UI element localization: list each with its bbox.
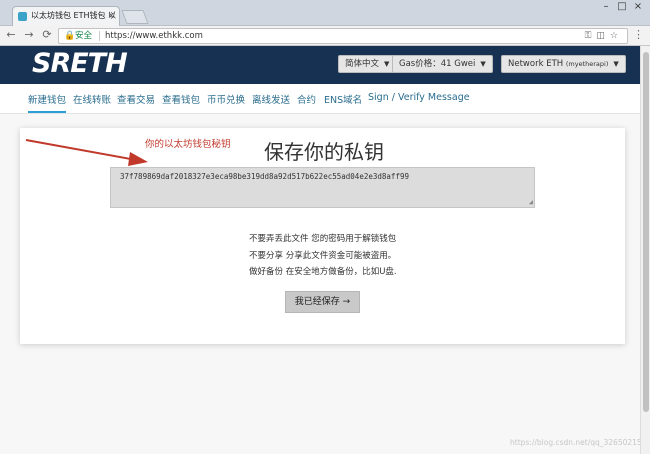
annotation-label: 你的以太坊钱包秘钥 (145, 139, 231, 150)
main-nav: 新建钱包 在线转账 查看交易 查看钱包 币币兑换 离线发送 合约 ENS域名 S… (0, 84, 640, 114)
nav-item-swap[interactable]: 币币兑换 (207, 92, 245, 106)
resize-grip-icon[interactable]: ◢ (529, 198, 533, 206)
nav-item-view-tx[interactable]: 查看交易 (117, 92, 155, 106)
gas-price-label: Gas价格：41 Gwei (399, 59, 476, 69)
site-logo[interactable]: SRETH (32, 48, 128, 79)
back-icon[interactable]: ← (4, 28, 18, 41)
new-tab-button[interactable] (121, 10, 149, 24)
tab-close-icon[interactable]: × (107, 7, 115, 25)
lock-icon: 🔒 (64, 31, 76, 41)
browser-menu-icon[interactable]: ⋮ (633, 28, 644, 41)
nav-item-new-wallet[interactable]: 新建钱包 (28, 92, 67, 113)
browser-tab[interactable]: 以太坊钱包 ETH钱包 以 × (12, 6, 120, 26)
favicon-icon (18, 12, 27, 21)
page-title: 保存你的私钥 (264, 140, 384, 164)
site-header: SRETH 简体中文 ▼ Gas价格：41 Gwei ▼ Network ETH (… (0, 46, 640, 84)
warning-line-2: 不要分享 分享此文件资金可能被盗用。 (249, 251, 397, 261)
omnibox-actions-icons[interactable]: ⚿◫☆ (585, 29, 623, 43)
page-scrollbar[interactable] (640, 46, 650, 454)
language-dropdown[interactable]: 简体中文 ▼ (338, 55, 397, 73)
watermark-text: https://blog.csdn.net/qq_32650215 (510, 438, 640, 447)
gas-price-dropdown[interactable]: Gas价格：41 Gwei ▼ (392, 55, 493, 73)
chevron-down-icon: ▼ (480, 60, 486, 68)
annotation-arrow-icon (25, 139, 148, 166)
browser-toolbar: ← → ⟳ 🔒 安全 https://www.ethkk.com ⚿◫☆ ⋮ (0, 26, 650, 46)
nav-item-contracts[interactable]: 合约 (297, 92, 316, 106)
private-key-textarea[interactable]: 37f789869daf2018327e3eca98be319dd8a92d51… (110, 167, 535, 208)
omnibox-divider (99, 31, 100, 41)
nav-item-sign-verify[interactable]: Sign / Verify Message (368, 92, 470, 103)
warning-line-3: 做好备份 在安全地方做备份，比如U盘. (249, 267, 397, 277)
warning-line-1: 不要弄丢此文件 您的密码用于解锁钱包 (249, 234, 397, 244)
reload-icon[interactable]: ⟳ (40, 28, 54, 41)
private-key-value: 37f789869daf2018327e3eca98be319dd8a92d51… (120, 172, 409, 181)
network-node-label: (myetherapi) (565, 60, 609, 68)
browser-tabstrip: 以太坊钱包 ETH钱包 以 × – □ × (0, 0, 650, 26)
secure-label: 安全 (75, 31, 93, 41)
language-dropdown-label: 简体中文 (345, 59, 380, 69)
page-viewport: SRETH 简体中文 ▼ Gas价格：41 Gwei ▼ Network ETH (… (0, 46, 640, 454)
scrollbar-thumb[interactable] (643, 52, 649, 412)
nav-item-send[interactable]: 在线转账 (73, 92, 111, 106)
chevron-down-icon: ▼ (384, 60, 390, 68)
nav-item-ens[interactable]: ENS域名 (324, 92, 362, 106)
forward-icon[interactable]: → (22, 28, 36, 41)
url-text[interactable]: https://www.ethkk.com (105, 29, 203, 43)
saved-confirm-button[interactable]: 我已经保存 → (285, 291, 360, 313)
address-bar[interactable]: 🔒 安全 https://www.ethkk.com ⚿◫☆ (58, 28, 628, 44)
network-label: Network ETH (508, 59, 564, 69)
nav-item-offline[interactable]: 离线发送 (252, 92, 290, 106)
network-dropdown[interactable]: Network ETH (myetherapi) ▼ (501, 55, 626, 73)
nav-item-view-wallet[interactable]: 查看钱包 (162, 92, 200, 106)
chevron-down-icon: ▼ (613, 60, 619, 68)
window-close-icon[interactable]: × (628, 1, 648, 12)
tab-title: 以太坊钱包 ETH钱包 以 (31, 11, 117, 20)
